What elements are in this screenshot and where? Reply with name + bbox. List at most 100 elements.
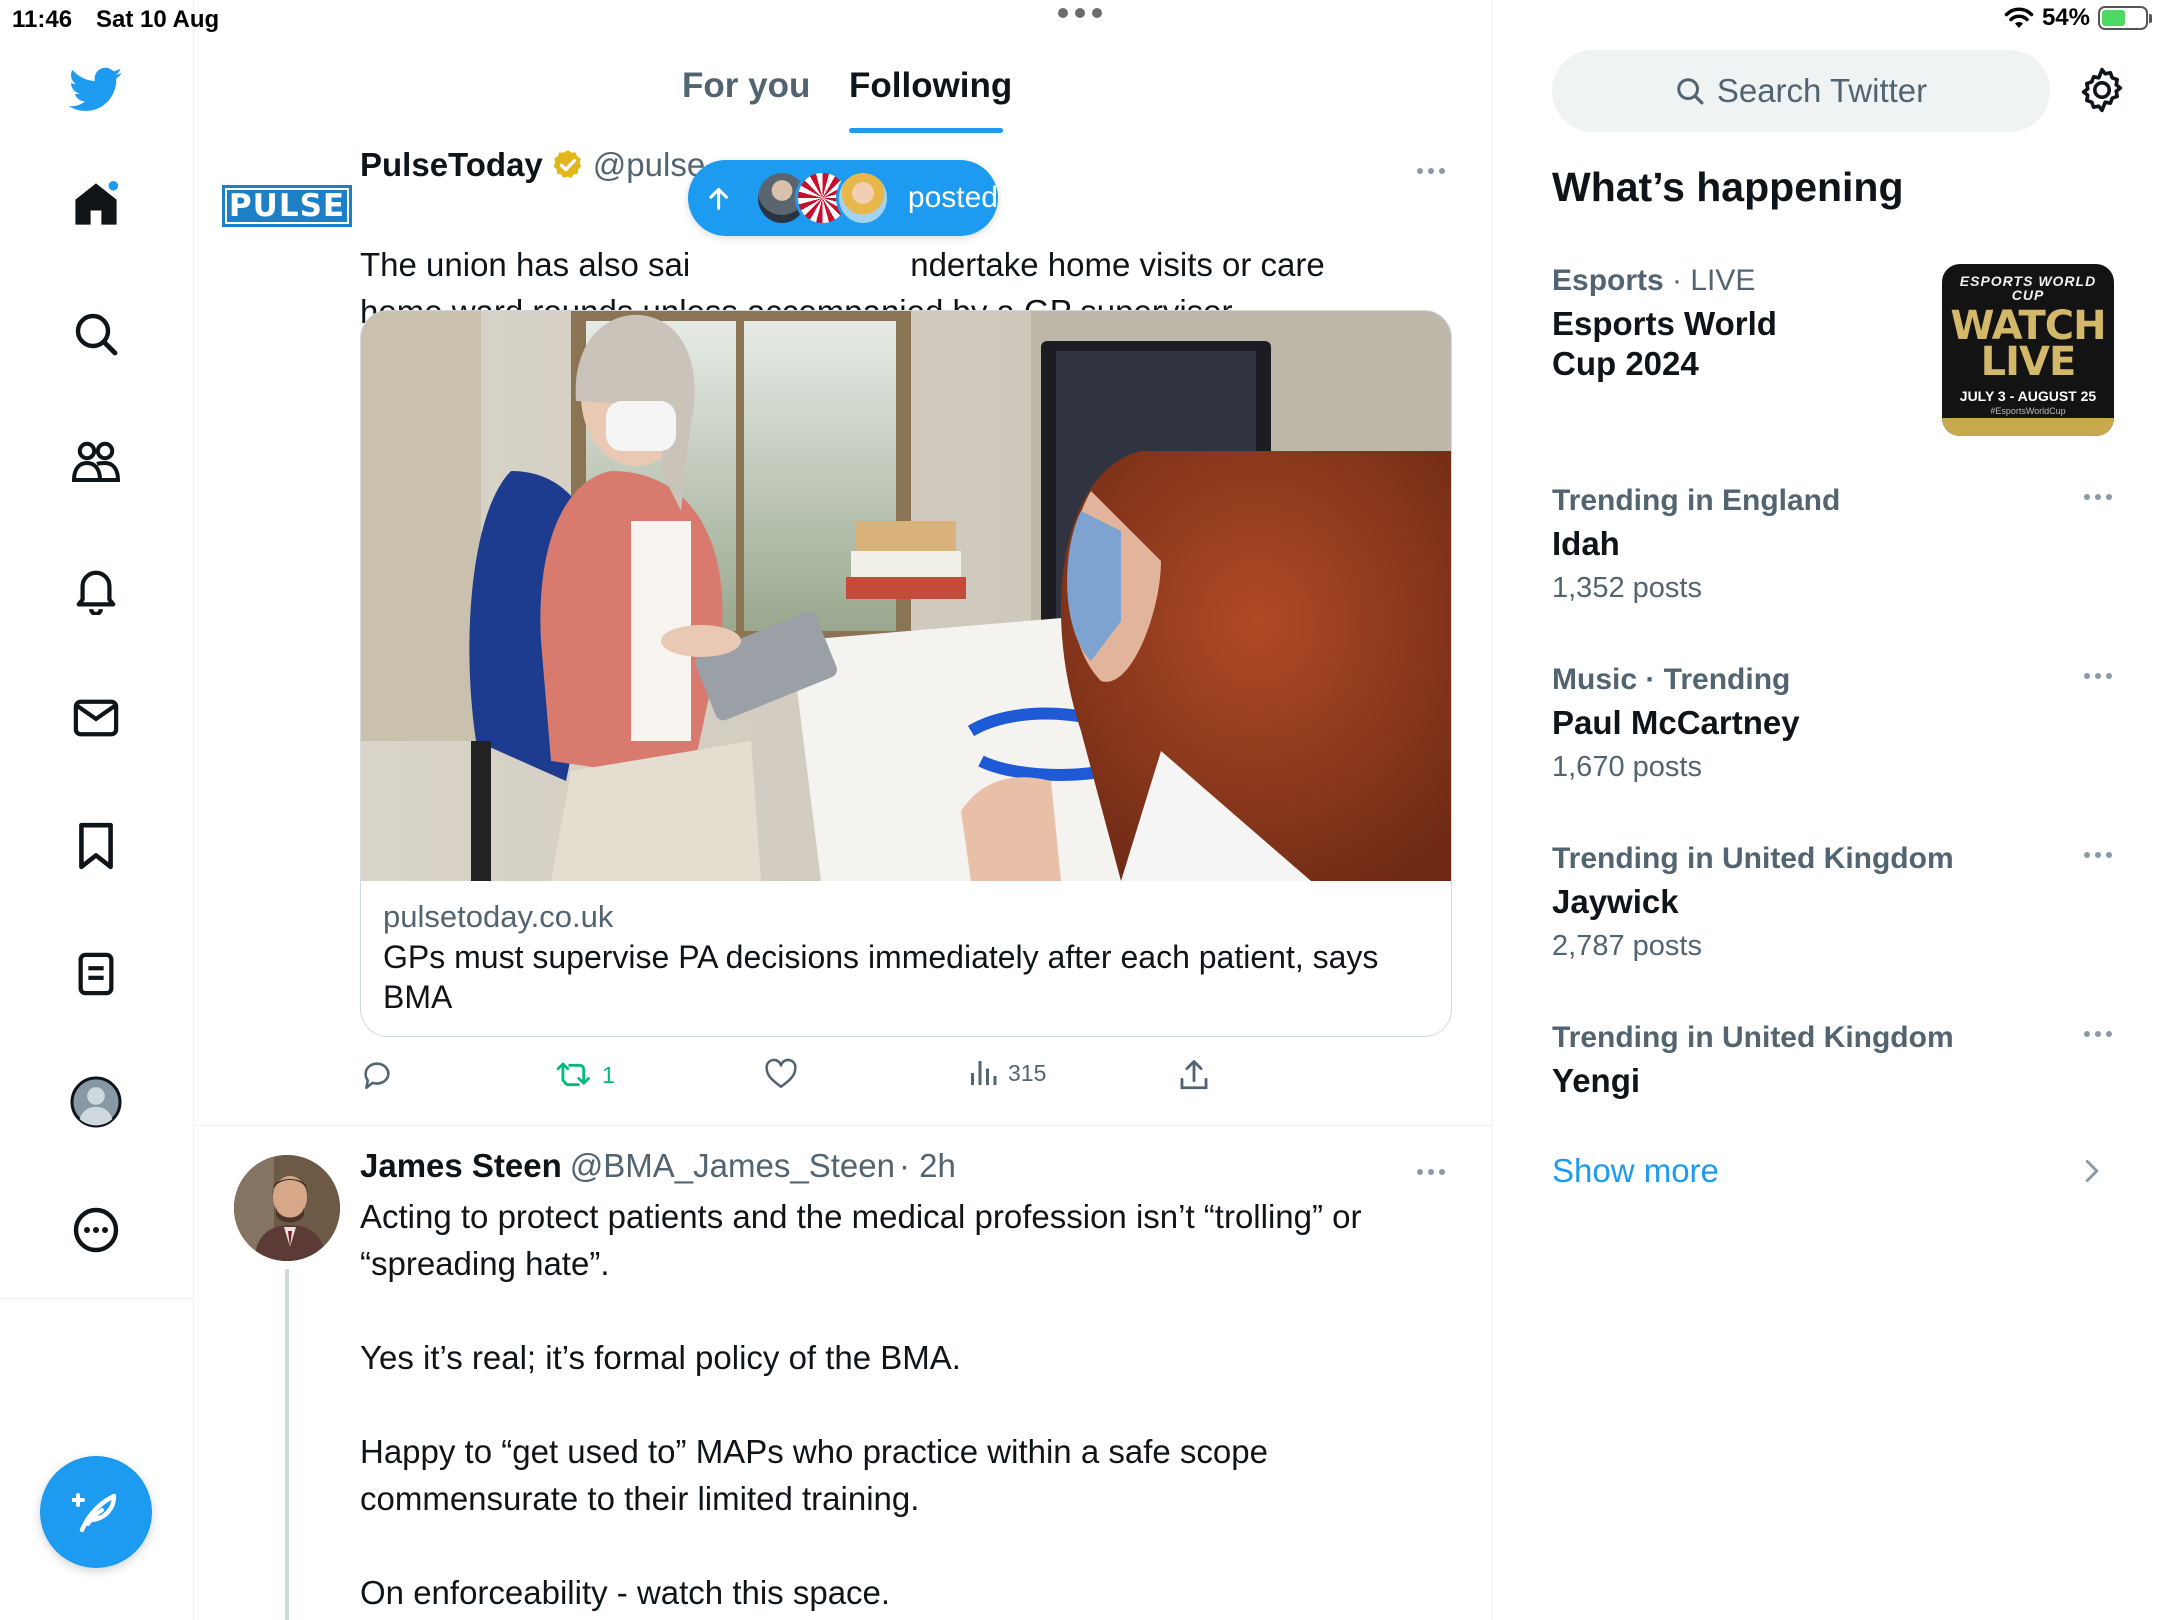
- tweet[interactable]: James Steen @BMA_James_Steen · 2h Acting…: [194, 1127, 1492, 1620]
- trend-category: Music · Trending: [1552, 663, 1791, 696]
- trend-context: · LIVE: [1663, 264, 1756, 297]
- author-name[interactable]: PulseToday: [360, 146, 543, 184]
- link-card-title: GPs must supervise PA decisions immediat…: [383, 939, 1379, 1015]
- search-placeholder: Search Twitter: [1716, 72, 1928, 109]
- profile-avatar-icon[interactable]: [68, 1074, 124, 1130]
- compose-tweet-button[interactable]: [40, 1456, 152, 1568]
- status-date: Sat 10 Aug: [96, 6, 220, 33]
- bookmarks-icon[interactable]: [68, 818, 124, 874]
- tweet-more-icon[interactable]: [1417, 168, 1445, 174]
- chevron-right-icon[interactable]: [2084, 1158, 2100, 1184]
- like-button[interactable]: [764, 1058, 798, 1090]
- new-posts-pill[interactable]: posted: [688, 160, 998, 236]
- search-icon: [1677, 78, 1704, 105]
- tweet-actions: 1 315: [360, 1058, 1460, 1108]
- verified-badge-icon: [553, 150, 582, 179]
- author-handle[interactable]: @pulse: [593, 146, 705, 184]
- trend-category: Trending in United Kingdom: [1552, 842, 1954, 875]
- author-name[interactable]: James Steen: [360, 1147, 562, 1185]
- active-tab-indicator: [849, 128, 1003, 133]
- arrow-up-icon: [709, 187, 728, 210]
- trend-name: Paul McCartney: [1552, 704, 1800, 741]
- trend-post-count: 1,670 posts: [1552, 751, 1702, 783]
- trend-name: Esports World Cup 2024: [1552, 305, 1777, 382]
- trend-category: Trending in United Kingdom: [1552, 1021, 1954, 1054]
- link-card[interactable]: pulsetoday.co.uk GPs must supervise PA d…: [360, 310, 1452, 1037]
- trend-name: Idah: [1552, 525, 1620, 562]
- trend-name: Jaywick: [1552, 883, 1679, 920]
- trend-more-icon[interactable]: [2084, 852, 2112, 858]
- trend-more-icon[interactable]: [2084, 494, 2112, 500]
- trend-category: Esports: [1552, 264, 1664, 297]
- trend-more-icon[interactable]: [2084, 1031, 2112, 1037]
- trend-item[interactable]: Trending in United Kingdom Yengi: [1552, 1021, 2112, 1101]
- status-time: 11:46: [12, 6, 73, 33]
- thumb-brand: ESPORTS WORLD CUP: [1959, 273, 2097, 303]
- thread-connector: [285, 1269, 289, 1620]
- compose-feather-icon: [72, 1493, 117, 1533]
- search-icon[interactable]: [68, 306, 124, 362]
- repost-button[interactable]: 1: [556, 1058, 615, 1092]
- thumb-dates: JULY 3 - AUGUST 25: [1959, 388, 2097, 404]
- avatar[interactable]: [234, 1155, 340, 1261]
- esports-thumbnail[interactable]: ESPORTS WORLD CUP WATCH LIVE JULY 3 - AU…: [1942, 264, 2114, 436]
- link-card-image: [361, 311, 1451, 881]
- left-nav: [0, 0, 194, 1620]
- avatar[interactable]: PULSE: [221, 185, 353, 227]
- status-right: 54%: [2004, 4, 2152, 32]
- battery-percent: 54%: [2041, 4, 2090, 31]
- home-icon[interactable]: [68, 176, 124, 232]
- multitasking-dots-icon[interactable]: [1058, 8, 1102, 18]
- trend-item[interactable]: Music · Trending Paul McCartney 1,670 po…: [1552, 663, 2112, 784]
- show-more-link[interactable]: Show more: [1552, 1152, 1719, 1190]
- author-handle[interactable]: @BMA_James_Steen: [570, 1147, 895, 1185]
- link-card-domain: pulsetoday.co.uk: [383, 899, 614, 934]
- thumb-hashtag: #EsportsWorldCup: [1990, 406, 2066, 416]
- repost-count: 1: [602, 1061, 615, 1088]
- right-sidebar: Search Twitter What’s happening Esports …: [1494, 0, 2160, 1620]
- trend-post-count: 2,787 posts: [1552, 930, 1702, 962]
- new-post-avatar: [835, 170, 890, 226]
- tweet-header: James Steen @BMA_James_Steen · 2h: [360, 1147, 956, 1185]
- wifi-icon: [2004, 7, 2034, 28]
- search-input[interactable]: Search Twitter: [1552, 50, 2050, 132]
- more-options-icon[interactable]: [68, 1202, 124, 1258]
- tab-for-you[interactable]: For you: [682, 66, 810, 106]
- timeline-tabs: For you Following: [194, 40, 1492, 136]
- notifications-bell-icon[interactable]: [68, 562, 124, 618]
- tweet[interactable]: PULSE PulseToday @pulse The union has al…: [194, 140, 1492, 1126]
- lists-icon[interactable]: [68, 946, 124, 1002]
- trend-item[interactable]: Trending in England Idah 1,352 posts: [1552, 484, 2112, 605]
- share-button[interactable]: [1178, 1058, 1210, 1092]
- communities-icon[interactable]: [68, 434, 124, 490]
- timeline-column: For you Following posted PULSE PulseToda…: [194, 0, 1493, 1620]
- twitter-logo-icon[interactable]: [68, 62, 124, 118]
- tab-following[interactable]: Following: [849, 66, 1012, 106]
- tweet-header: PulseToday @pulse: [360, 146, 705, 184]
- share-icon: [1180, 1060, 1208, 1090]
- tweet-time[interactable]: · 2h: [899, 1147, 956, 1185]
- thumb-headline: WATCH LIVE: [1950, 303, 2106, 385]
- messages-envelope-icon[interactable]: [68, 690, 124, 746]
- views-count: 315: [1008, 1059, 1047, 1086]
- thumb-strip: [1942, 418, 2114, 436]
- views-chart-icon: [971, 1061, 997, 1085]
- trend-post-count: 1,352 posts: [1552, 572, 1702, 604]
- reply-button[interactable]: [360, 1058, 394, 1092]
- tweet-more-icon[interactable]: [1417, 1169, 1445, 1175]
- reply-icon: [364, 1062, 390, 1090]
- status-bar: 11:46 Sat 10 Aug 54%: [0, 0, 2160, 40]
- settings-gear-icon[interactable]: [2078, 66, 2126, 114]
- trend-item[interactable]: Trending in United Kingdom Jaywick 2,787…: [1552, 842, 2112, 963]
- trend-more-icon[interactable]: [2084, 673, 2112, 679]
- new-posts-label: posted: [907, 181, 998, 214]
- battery-icon: [2098, 6, 2152, 30]
- whats-happening-title: What’s happening: [1552, 164, 1904, 210]
- tweet-text: Acting to protect patients and the medic…: [360, 1198, 1362, 1611]
- heart-icon: [765, 1058, 797, 1089]
- trend-category: Trending in England: [1552, 484, 1841, 517]
- trend-name: Yengi: [1552, 1062, 1641, 1099]
- nav-divider: [0, 1298, 194, 1299]
- views-button[interactable]: 315: [968, 1058, 1046, 1088]
- repost-icon: [556, 1062, 590, 1087]
